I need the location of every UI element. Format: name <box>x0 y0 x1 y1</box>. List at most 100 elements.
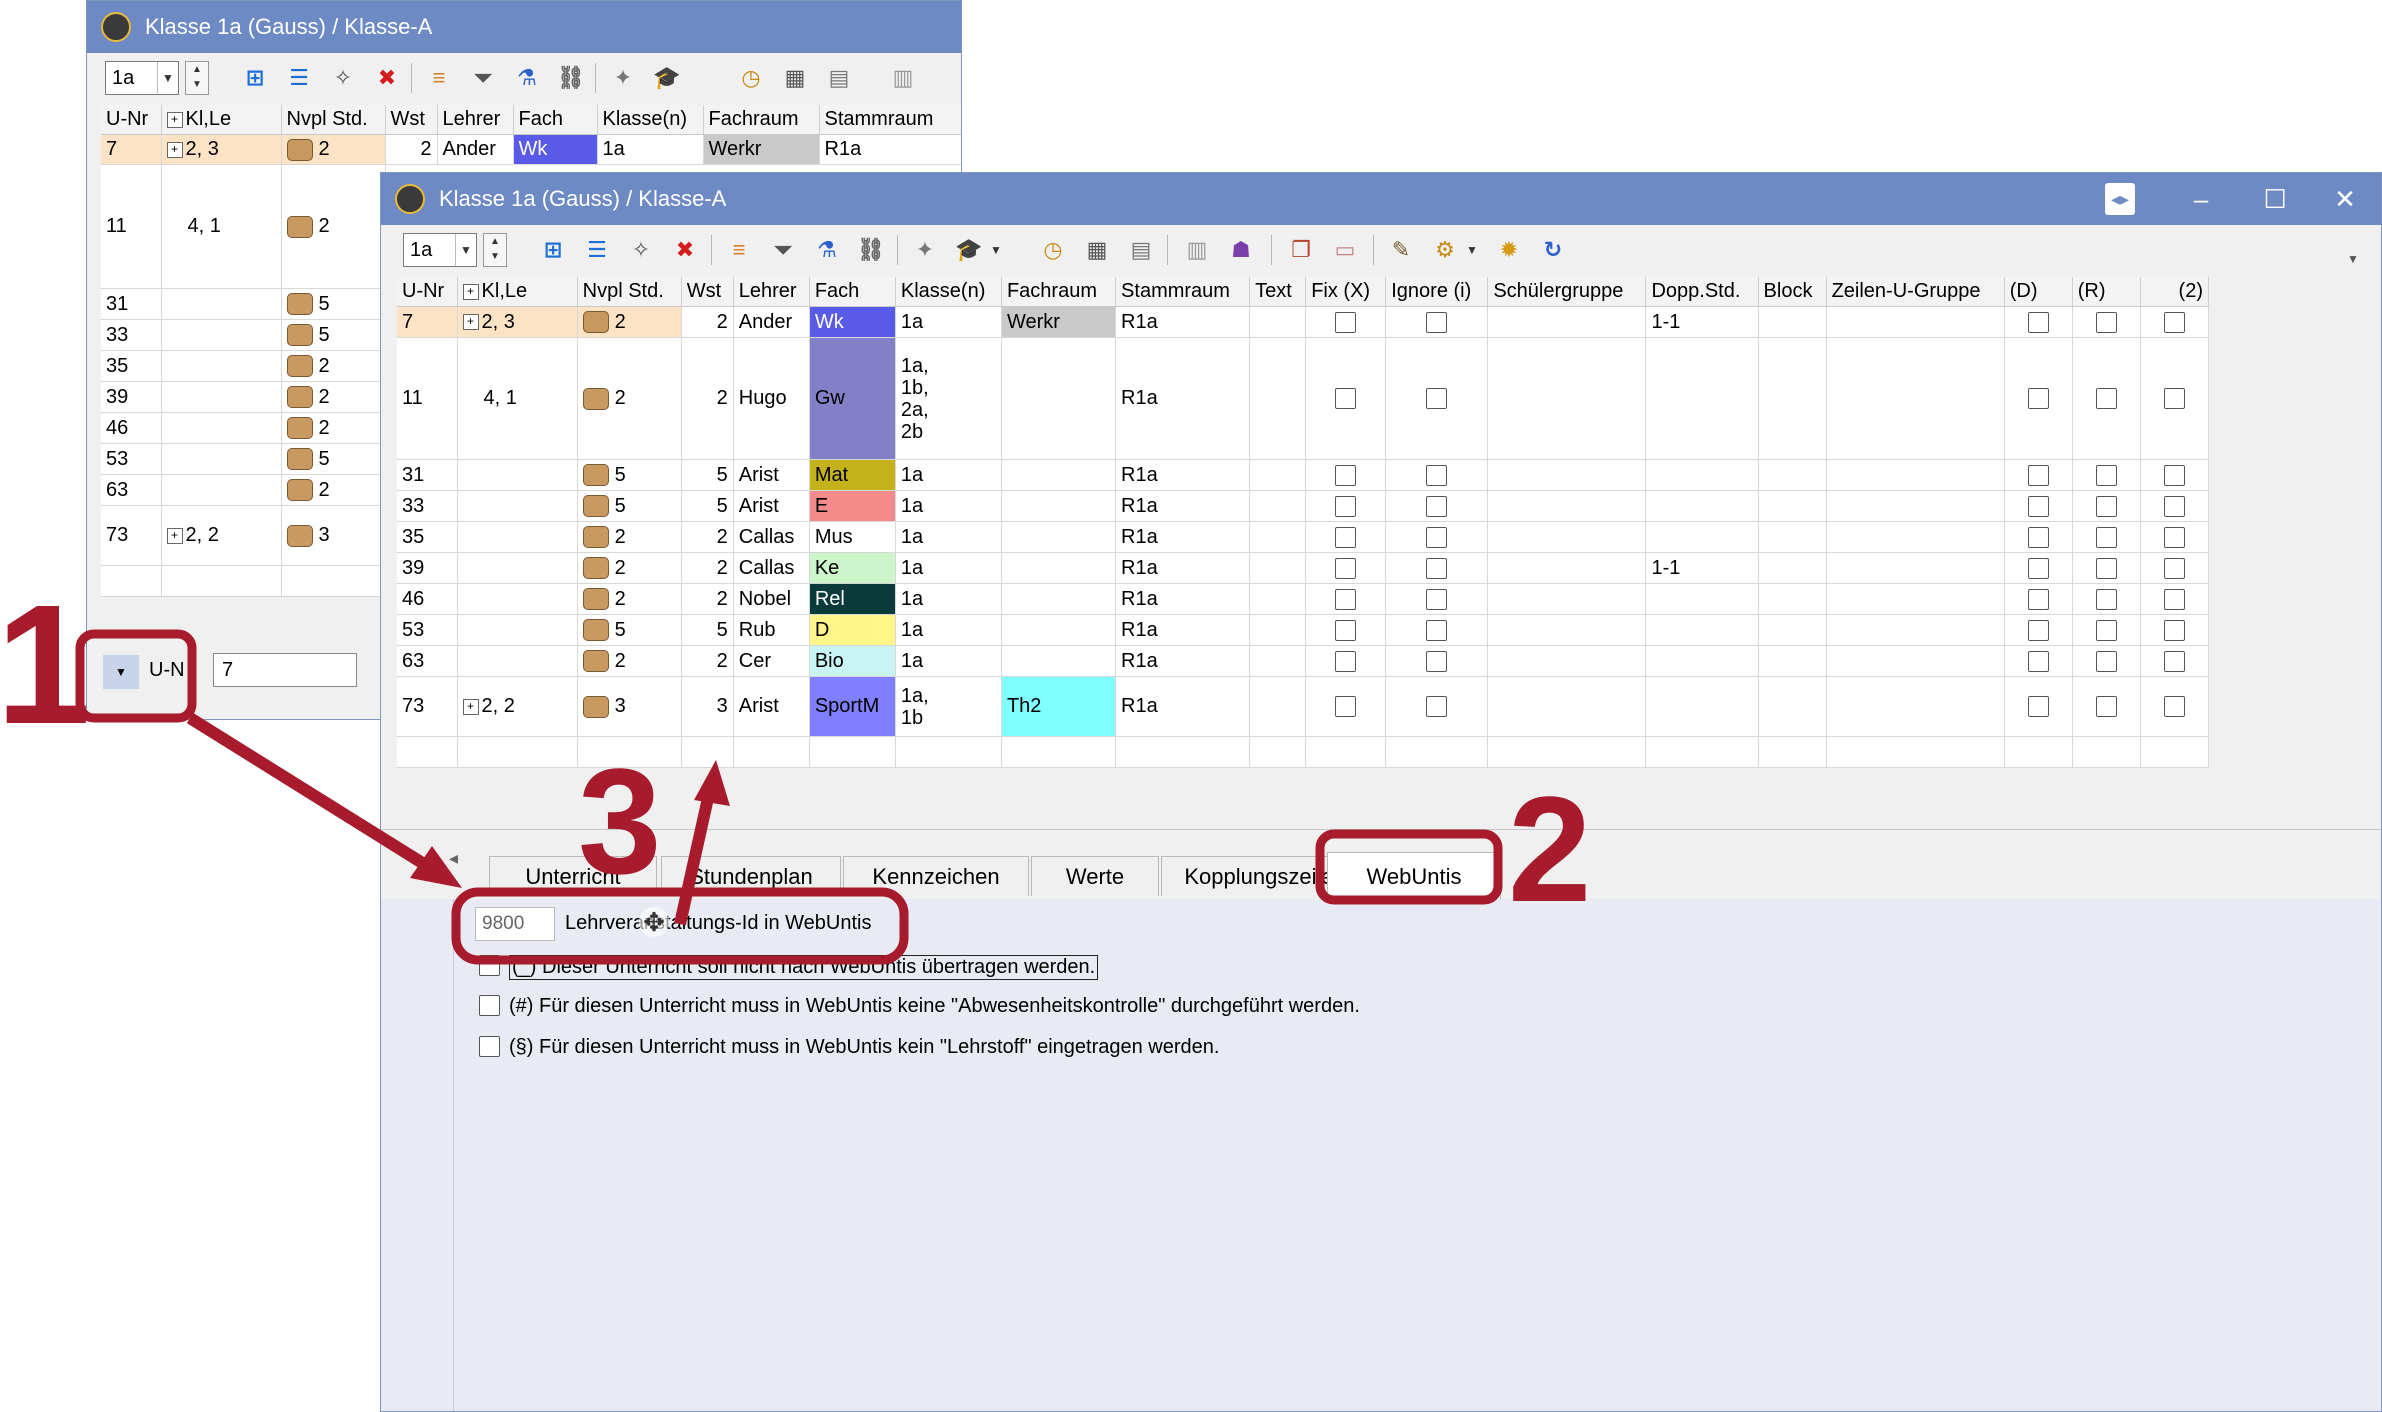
field-chooser-button[interactable]: ▼ <box>103 655 139 689</box>
expand-icon[interactable]: + <box>166 527 183 544</box>
fix-checkbox[interactable] <box>1335 526 1357 548</box>
flag-r-checkbox[interactable] <box>2095 557 2117 579</box>
tab-kennzeichen[interactable]: Kennzeichen <box>843 856 1029 896</box>
wand-icon[interactable]: ✦ <box>909 234 941 266</box>
delete-icon[interactable]: ✖ <box>371 62 403 94</box>
flag-r-checkbox[interactable] <box>2095 464 2117 486</box>
class-select[interactable]: 1a ▼ <box>403 233 477 267</box>
flag-d-checkbox[interactable] <box>2027 619 2049 641</box>
col-header[interactable]: Text <box>1249 277 1307 307</box>
table-row[interactable]: 46 2 2 Nobel Rel 1a R1a <box>397 583 2210 615</box>
flag-2-checkbox[interactable] <box>2163 650 2185 672</box>
table-row[interactable]: 39 2 2 Callas Ke 1a R1a 1-1 <box>397 552 2210 584</box>
list-icon[interactable]: ☰ <box>283 62 315 94</box>
fix-checkbox[interactable] <box>1335 588 1357 610</box>
close-button[interactable]: ✕ <box>2317 173 2373 225</box>
flag-2-checkbox[interactable] <box>2163 588 2185 610</box>
fix-checkbox[interactable] <box>1335 495 1357 517</box>
expand-icon[interactable]: + <box>166 141 183 158</box>
list-icon[interactable]: ☰ <box>581 234 613 266</box>
delete-icon[interactable]: ✖ <box>669 234 701 266</box>
no-lehrstoff-checkbox[interactable] <box>479 1036 500 1057</box>
flag-d-checkbox[interactable] <box>2027 526 2049 548</box>
grid-icon[interactable]: ⊞ <box>537 234 569 266</box>
tab-scroll-left-icon[interactable]: ◂ <box>449 848 458 869</box>
flag-r-checkbox[interactable] <box>2095 311 2117 333</box>
spin-buttons[interactable]: ▲ ▼ <box>185 61 209 95</box>
lesson-id-input[interactable]: 9800 <box>475 907 555 941</box>
copy-icon[interactable]: ❐ <box>1285 234 1317 266</box>
col-header[interactable]: Dopp.Std. <box>1645 277 1759 307</box>
sort-icon[interactable]: ≡ <box>723 234 755 266</box>
flag-2-checkbox[interactable] <box>2163 526 2185 548</box>
flag-2-checkbox[interactable] <box>2163 311 2185 333</box>
tab-stundenplan[interactable]: Stundenplan <box>661 856 841 896</box>
fix-checkbox[interactable] <box>1335 388 1357 410</box>
col-header[interactable]: Lehrer <box>437 105 514 135</box>
fix-checkbox[interactable] <box>1335 696 1357 718</box>
expand-icon[interactable]: + <box>166 111 183 128</box>
col-header[interactable]: (D) <box>2004 277 2073 307</box>
flag-r-checkbox[interactable] <box>2095 650 2117 672</box>
table-icon[interactable]: ▤ <box>1125 234 1157 266</box>
col-header[interactable]: Fachraum <box>1001 277 1117 307</box>
col-header[interactable]: Nvpl Std. <box>281 105 386 135</box>
tools-icon[interactable]: ⚗ <box>511 62 543 94</box>
col-header[interactable]: Nvpl Std. <box>577 277 682 307</box>
class-select[interactable]: 1a ▼ <box>105 61 179 95</box>
table-row[interactable]: 7 +2, 3 2 2 Ander Wk 1a Werkr R1a 1-1 <box>397 306 2210 338</box>
ignore-checkbox[interactable] <box>1426 526 1448 548</box>
col-header[interactable]: U-Nr <box>397 277 458 307</box>
calendar-icon[interactable]: ▦ <box>1081 234 1113 266</box>
sort-icon[interactable]: ≡ <box>423 62 455 94</box>
chevron-down-icon[interactable]: ▼ <box>455 234 476 266</box>
ignore-checkbox[interactable] <box>1426 495 1448 517</box>
chevron-down-icon[interactable]: ▼ <box>157 62 178 94</box>
people-icon[interactable]: ☗ <box>1225 234 1257 266</box>
new-icon[interactable]: ✧ <box>625 234 657 266</box>
col-header[interactable]: Wst <box>385 105 438 135</box>
table-row[interactable]: 7 +2, 3 2 2 Ander Wk 1a Werkr R1a <box>101 134 961 165</box>
ignore-checkbox[interactable] <box>1426 311 1448 333</box>
col-header[interactable]: Fach <box>513 105 598 135</box>
ignore-checkbox[interactable] <box>1426 650 1448 672</box>
front-title-bar[interactable]: Klasse 1a (Gauss) / Klasse-A ◂▸ – ☐ ✕ <box>381 173 2381 225</box>
dropdown-arrow-icon[interactable]: ▼ <box>987 234 1005 266</box>
filter-icon[interactable]: ⏷ <box>467 62 499 94</box>
table-row[interactable]: 31 5 5 Arist Mat 1a R1a <box>397 459 2210 491</box>
ignore-checkbox[interactable] <box>1426 464 1448 486</box>
col-header[interactable]: Schülergruppe <box>1487 277 1647 307</box>
flag-d-checkbox[interactable] <box>2027 388 2049 410</box>
graduation-cap-icon[interactable]: 🎓 <box>651 62 683 94</box>
col-header[interactable]: Ignore (i) <box>1385 277 1489 307</box>
flag-r-checkbox[interactable] <box>2095 588 2117 610</box>
flag-r-checkbox[interactable] <box>2095 619 2117 641</box>
split-view-icon[interactable]: ◂▸ <box>2105 183 2135 215</box>
ignore-checkbox[interactable] <box>1426 557 1448 579</box>
flag-2-checkbox[interactable] <box>2163 557 2185 579</box>
flag-d-checkbox[interactable] <box>2027 588 2049 610</box>
flag-r-checkbox[interactable] <box>2095 526 2117 548</box>
col-header[interactable]: Klasse(n) <box>597 105 704 135</box>
columns-icon[interactable]: ▥ <box>1181 234 1213 266</box>
fix-checkbox[interactable] <box>1335 557 1357 579</box>
col-header[interactable]: Fix (X) <box>1305 277 1387 307</box>
col-header[interactable]: + Kl,Le <box>161 105 282 135</box>
back-title-bar[interactable]: Klasse 1a (Gauss) / Klasse-A <box>87 1 961 53</box>
filter-icon[interactable]: ⏷ <box>767 234 799 266</box>
tab-werte[interactable]: Werte <box>1031 856 1159 896</box>
col-header[interactable]: Stammraum <box>1115 277 1251 307</box>
col-header[interactable]: U-Nr <box>101 105 162 135</box>
col-header[interactable]: (2) <box>2140 277 2210 307</box>
table-row[interactable]: 33 5 5 Arist E 1a R1a <box>397 490 2210 522</box>
table-row[interactable]: 35 2 2 Callas Mus 1a R1a <box>397 521 2210 553</box>
flag-2-checkbox[interactable] <box>2163 619 2185 641</box>
calendar-icon[interactable]: ▦ <box>779 62 811 94</box>
flag-2-checkbox[interactable] <box>2163 696 2185 718</box>
maximize-button[interactable]: ☐ <box>2247 173 2303 225</box>
flag-r-checkbox[interactable] <box>2095 388 2117 410</box>
link-icon[interactable]: ⛓ <box>855 234 887 266</box>
flag-r-checkbox[interactable] <box>2095 696 2117 718</box>
col-header[interactable]: Block <box>1758 277 1827 307</box>
grid-icon[interactable]: ⊞ <box>239 62 271 94</box>
